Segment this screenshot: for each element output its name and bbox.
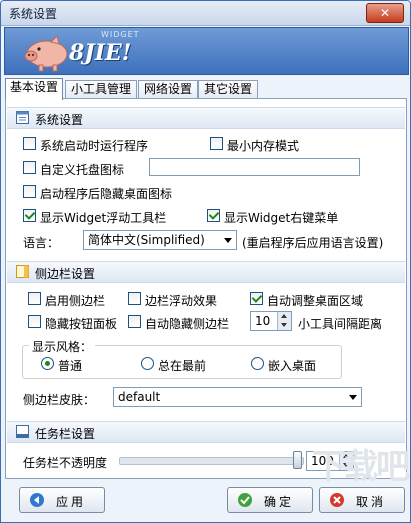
language-select[interactable]: 简体中文(Simplified) xyxy=(83,230,237,250)
checkbox-box[interactable] xyxy=(23,137,36,150)
ok-label: 确定 xyxy=(264,495,295,509)
arrow-down-icon[interactable] xyxy=(281,323,287,327)
spacing-stepper[interactable]: 10 xyxy=(250,311,292,331)
opacity-slider-thumb[interactable] xyxy=(293,451,302,469)
checkbox-box[interactable] xyxy=(207,209,220,222)
auto-hide-sidebar-label: 自动隐藏侧边栏 xyxy=(145,317,230,331)
chevron-down-icon xyxy=(224,238,232,243)
checkbox-box[interactable] xyxy=(23,161,36,174)
window-icon xyxy=(16,111,29,124)
taskbar-icon xyxy=(16,425,29,438)
custom-tray-label: 自定义托盘图标 xyxy=(40,163,125,177)
opacity-slider-track[interactable] xyxy=(119,457,304,465)
checkbox-box[interactable] xyxy=(128,292,141,305)
language-value: 简体中文(Simplified) xyxy=(88,233,205,247)
opacity-label: 任务栏不透明度 xyxy=(23,456,108,470)
checkbox-box[interactable] xyxy=(28,315,41,328)
skin-select[interactable]: default xyxy=(113,387,362,407)
watermark-text: 下载吧 xyxy=(312,447,410,487)
checkbox-box[interactable] xyxy=(23,185,36,198)
enable-sidebar-label: 启用侧边栏 xyxy=(45,294,106,308)
close-button[interactable]: ✕ xyxy=(366,3,404,23)
chevron-down-icon xyxy=(349,395,357,400)
banner: WIDGET 8JIE! xyxy=(4,27,409,75)
language-label: 语言： xyxy=(23,236,60,250)
skin-label: 侧边栏皮肤： xyxy=(23,393,96,407)
title-bar[interactable]: 系统设置 ✕ xyxy=(1,1,410,26)
close-icon xyxy=(330,493,344,507)
tab-basic[interactable]: 基本设置 xyxy=(5,78,63,100)
run-on-startup-label: 系统启动时运行程序 xyxy=(40,139,149,153)
tab-content: 系统设置 系统启动时运行程序 最小内存模式 自定义托盘图标 启动程序后隐藏桌面图… xyxy=(5,98,407,479)
checkmark-icon xyxy=(238,493,252,507)
checkbox-box[interactable] xyxy=(210,137,223,150)
banner-logo-text: 8JIE! xyxy=(69,40,132,66)
cancel-button[interactable]: 取消 xyxy=(319,487,405,513)
section-taskbar-title: 任务栏设置 xyxy=(35,427,96,441)
tab-other[interactable]: 其它设置 xyxy=(198,80,258,99)
show-toolbar-label: 显示Widget浮动工具栏 xyxy=(40,211,167,225)
checkbox-box[interactable] xyxy=(128,315,141,328)
skin-value: default xyxy=(118,390,161,404)
checkbox-box[interactable] xyxy=(23,209,36,222)
window-title: 系统设置 xyxy=(9,7,58,21)
banner-logo-sub: WIDGET xyxy=(101,30,140,39)
radio-circle[interactable] xyxy=(41,357,54,370)
settings-window: 系统设置 ✕ WIDGET 8JIE! 基本设置 小工具管理 网络设置 其它设置… xyxy=(0,0,411,523)
apply-label: 应用 xyxy=(56,495,87,509)
hide-button-panel-label: 隐藏按钮面板 xyxy=(45,317,118,331)
checkbox-box[interactable] xyxy=(28,292,41,305)
hide-desktop-icons-label: 启动程序后隐藏桌面图标 xyxy=(40,187,173,201)
arrow-left-icon xyxy=(30,493,44,507)
spacing-label: 小工具间隔距离 xyxy=(298,317,383,331)
cancel-label: 取消 xyxy=(356,495,387,509)
language-note: (重启程序后应用语言设置) xyxy=(242,236,384,250)
style-always-on-top-label: 总在最前 xyxy=(158,359,207,373)
display-style-label: 显示风格： xyxy=(29,338,96,355)
section-sidebar-title: 侧边栏设置 xyxy=(35,267,96,281)
display-style-group: 显示风格： 普通 总在最前 嵌入桌面 xyxy=(22,338,342,379)
stepper-buttons[interactable] xyxy=(277,312,291,330)
radio-circle[interactable] xyxy=(251,357,264,370)
radio-circle[interactable] xyxy=(141,357,154,370)
section-system-title: 系统设置 xyxy=(35,113,84,127)
style-embed-desktop-label: 嵌入桌面 xyxy=(268,359,317,373)
style-normal-label: 普通 xyxy=(58,359,83,373)
section-system-header: 系统设置 xyxy=(7,107,405,129)
auto-adjust-label: 自动调整桌面区域 xyxy=(267,294,364,308)
apply-button[interactable]: 应用 xyxy=(19,487,105,513)
custom-tray-input[interactable] xyxy=(149,158,360,176)
float-effect-label: 边栏浮动效果 xyxy=(145,294,218,308)
ok-button[interactable]: 确定 xyxy=(227,487,313,513)
tab-widget-manager[interactable]: 小工具管理 xyxy=(65,80,137,99)
sidebar-icon xyxy=(16,265,29,278)
min-memory-label: 最小内存模式 xyxy=(227,139,300,153)
show-context-menu-label: 显示Widget右键菜单 xyxy=(224,211,339,225)
checkbox-box[interactable] xyxy=(250,292,263,305)
tab-network[interactable]: 网络设置 xyxy=(138,80,198,99)
spacing-value: 10 xyxy=(255,314,271,328)
section-sidebar-header: 侧边栏设置 xyxy=(7,261,405,283)
arrow-up-icon[interactable] xyxy=(281,314,287,318)
